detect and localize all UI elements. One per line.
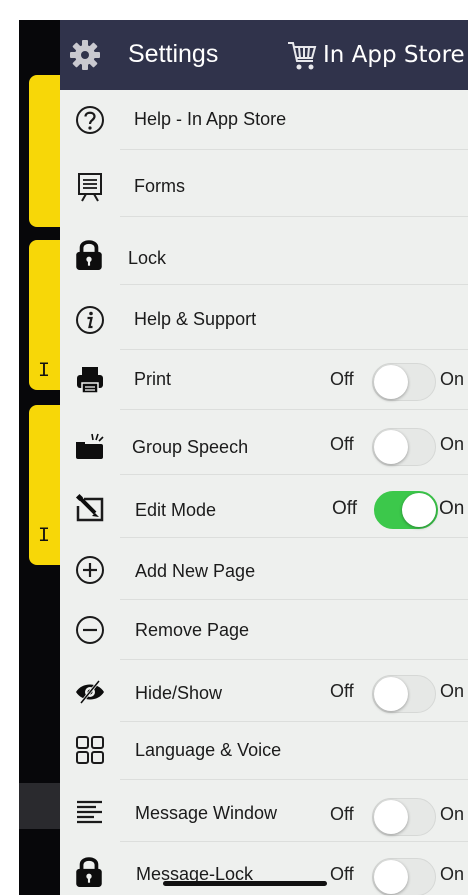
menu-item-language-voice[interactable]: Language & Voice: [60, 720, 468, 780]
toggle-knob: [374, 677, 408, 711]
menu-item-message-window[interactable]: Message Window Off On: [60, 782, 468, 842]
toggle-off-label: Off: [330, 369, 354, 389]
hide-show-toggle[interactable]: [372, 675, 436, 713]
divider: [120, 537, 468, 538]
eye-slash-icon: [76, 680, 104, 704]
divider: [120, 474, 468, 475]
menu-item-label: Print: [134, 369, 172, 389]
toggle-knob: [402, 493, 436, 527]
group-speech-icon: [76, 433, 104, 459]
toggle-on-label: On: [440, 804, 465, 824]
menu-item-remove-page[interactable]: Remove Page: [60, 600, 468, 660]
edit-mode-icon: [75, 493, 104, 522]
menu-item-message-lock[interactable]: Message-Lock Off On: [60, 842, 468, 895]
shopping-cart-icon[interactable]: [286, 39, 318, 73]
printer-icon: [77, 367, 103, 394]
menu-item-print[interactable]: Print Off On: [60, 350, 468, 410]
divider: [120, 659, 468, 660]
toggle-knob: [374, 365, 408, 399]
group-speech-toggle[interactable]: [372, 428, 436, 466]
menu-item-label: Remove Page: [135, 620, 250, 640]
divider: [120, 149, 468, 150]
menu-item-help-support[interactable]: Help & Support: [60, 290, 468, 350]
gear-icon[interactable]: [68, 38, 102, 72]
print-toggle[interactable]: [372, 363, 436, 401]
toggle-on-label: On: [440, 864, 465, 884]
forms-easel-icon: [78, 173, 102, 202]
toggle-off-label: Off: [332, 498, 357, 519]
menu-item-label: Help & Support: [134, 309, 257, 329]
plus-circle-icon: [76, 556, 104, 584]
menu-item-add-new-page[interactable]: Add New Page: [60, 540, 468, 600]
settings-panel: Settings In App Store Help - In App Stor…: [60, 20, 468, 895]
in-app-store-button[interactable]: In App Store: [323, 42, 465, 68]
padlock-icon: [76, 857, 102, 887]
question-circle-icon: [76, 106, 104, 134]
toggle-off-label: Off: [330, 804, 354, 824]
menu-item-label: Group Speech: [132, 437, 249, 457]
toggle-on-label: On: [440, 369, 465, 389]
toggle-knob: [374, 860, 408, 894]
menu-item-group-speech[interactable]: Group Speech Off On: [60, 415, 468, 475]
toggle-on-label: On: [440, 681, 465, 701]
menu-item-help-in-app-store[interactable]: Help - In App Store: [60, 90, 468, 150]
grid-icon: [76, 736, 104, 764]
toggle-off-label: Off: [330, 434, 354, 454]
menu-item-label: Lock: [128, 248, 167, 268]
menu-item-label: Message Window: [135, 803, 278, 823]
divider: [120, 216, 468, 217]
menu-item-lock[interactable]: Lock: [60, 225, 468, 285]
divider: [120, 284, 468, 285]
menu-item-edit-mode[interactable]: Edit Mode Off On: [60, 478, 468, 538]
toggle-off-label: Off: [330, 681, 354, 701]
message-lock-toggle[interactable]: [372, 858, 436, 895]
toggle-knob: [374, 800, 408, 834]
background-letter: I: [38, 525, 51, 548]
menu-item-label: Forms: [134, 176, 185, 196]
home-indicator: [163, 881, 327, 886]
menu-item-label: Hide/Show: [135, 683, 223, 703]
message-window-toggle[interactable]: [372, 798, 436, 836]
minus-circle-icon: [76, 616, 104, 644]
settings-title: Settings: [128, 40, 219, 68]
text-lines-icon: [77, 800, 102, 824]
edit-mode-toggle[interactable]: [374, 491, 438, 529]
menu-item-forms[interactable]: Forms: [60, 157, 468, 217]
settings-header: Settings In App Store: [60, 20, 468, 90]
padlock-icon: [76, 240, 102, 270]
toggle-on-label: On: [439, 498, 465, 519]
menu-item-label: Help - In App Store: [134, 109, 287, 129]
toggle-knob: [374, 430, 408, 464]
divider: [120, 409, 468, 410]
menu-item-label: Add New Page: [135, 561, 256, 581]
info-circle-icon: [76, 306, 104, 334]
divider: [120, 779, 468, 780]
menu-item-label: Language & Voice: [135, 740, 282, 760]
toggle-off-label: Off: [330, 864, 354, 884]
menu-item-hide-show[interactable]: Hide/Show Off On: [60, 662, 468, 722]
menu-item-label: Edit Mode: [135, 500, 217, 520]
toggle-on-label: On: [440, 434, 465, 454]
background-letter: I: [38, 360, 51, 383]
